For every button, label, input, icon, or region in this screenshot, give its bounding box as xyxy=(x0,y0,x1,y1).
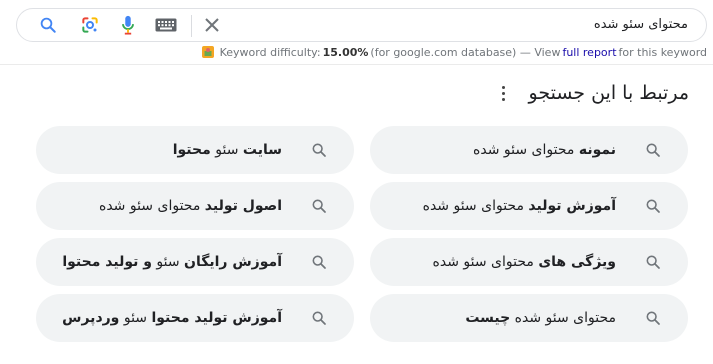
search-bar-divider xyxy=(191,15,192,37)
search-icon[interactable] xyxy=(39,16,57,34)
more-options-icon[interactable] xyxy=(499,84,507,104)
keyword-difficulty-bar: Keyword difficulty: 15.00% (for google.c… xyxy=(201,45,707,59)
related-search-normal-part: محتوای سئو شده xyxy=(514,310,616,326)
related-search-bold-part: ویژگی های xyxy=(538,254,616,270)
search-icon xyxy=(310,253,328,271)
keyword-bar-suffix: for this keyword xyxy=(618,45,707,59)
header-divider xyxy=(0,64,713,65)
search-icon xyxy=(644,253,662,271)
related-search-normal-part: محتوای سئو شده xyxy=(432,254,534,270)
related-search-text: آموزش تولید محتوای سئو شده xyxy=(423,182,616,230)
related-search-text: نمونه محتوای سئو شده xyxy=(473,126,616,174)
related-search-normal-part: سئو xyxy=(156,254,180,270)
related-search-bold-part: آموزش تولید xyxy=(528,198,616,214)
related-search-normal-part: سئو xyxy=(215,142,239,158)
related-search-chip[interactable]: سایت سئو محتوا xyxy=(36,126,354,174)
search-icon xyxy=(310,309,328,327)
related-search-normal-part: محتوای سئو شده xyxy=(473,142,575,158)
related-searches-title: مرتبط با این جستجو xyxy=(528,82,689,104)
related-search-bold-part: آموزش تولید محتوا xyxy=(151,310,282,326)
related-search-chip[interactable]: آموزش رایگان سئو و تولید محتوا xyxy=(36,238,354,286)
clear-icon[interactable] xyxy=(202,15,222,35)
search-bar[interactable]: محتوای سئو شده xyxy=(16,8,707,42)
related-search-text: ویژگی های محتوای سئو شده xyxy=(433,238,616,286)
related-search-bold-part: آموزش رایگان xyxy=(184,254,282,270)
related-search-text: محتوای سئو شده چیست xyxy=(465,294,616,342)
related-search-normal-part: محتوای سئو شده xyxy=(422,198,524,214)
search-icon xyxy=(644,141,662,159)
search-query[interactable]: محتوای سئو شده xyxy=(594,9,688,41)
related-search-chip[interactable]: اصول تولید محتوای سئو شده xyxy=(36,182,354,230)
related-search-bold-part: سایت xyxy=(242,142,282,158)
related-search-bold-part: اصول تولید xyxy=(204,198,282,214)
related-search-text: اصول تولید محتوای سئو شده xyxy=(99,182,282,230)
related-search-chip[interactable]: محتوای سئو شده چیست xyxy=(370,294,688,342)
related-search-text: آموزش رایگان سئو و تولید محتوا xyxy=(62,238,282,286)
related-search-normal-part: سئو xyxy=(123,310,148,326)
google-lens-icon[interactable] xyxy=(80,15,100,35)
microphone-icon[interactable] xyxy=(120,15,136,35)
search-icon xyxy=(644,309,662,327)
related-search-bold-part: محتوا xyxy=(172,142,211,158)
keyboard-icon[interactable] xyxy=(155,17,177,33)
search-icon xyxy=(310,141,328,159)
related-search-bold-part: و تولید محتوا xyxy=(62,254,152,270)
related-search-chip[interactable]: نمونه محتوای سئو شده xyxy=(370,126,688,174)
full-report-link[interactable]: full report xyxy=(562,46,616,59)
related-search-chip[interactable]: ویژگی های محتوای سئو شده xyxy=(370,238,688,286)
related-search-bold-part: نمونه xyxy=(578,142,616,158)
keyword-difficulty-value: 15.00% xyxy=(322,45,369,59)
keyword-tool-logo-icon xyxy=(201,46,214,58)
keyword-database-note: (for google.com database) — View xyxy=(370,45,561,59)
keyword-difficulty-label: Keyword difficulty: xyxy=(219,45,321,59)
related-search-chip[interactable]: آموزش تولید محتوای سئو شده xyxy=(370,182,688,230)
related-search-chip[interactable]: آموزش تولید محتوا سئو وردپرس xyxy=(36,294,354,342)
related-search-text: سایت سئو محتوا xyxy=(173,126,282,174)
related-search-bold-part: وردپرس xyxy=(62,310,120,326)
search-icon xyxy=(644,197,662,215)
related-search-normal-part: محتوای سئو شده xyxy=(98,198,201,214)
related-search-text: آموزش تولید محتوا سئو وردپرس xyxy=(62,294,282,342)
related-search-bold-part: چیست xyxy=(465,310,511,326)
search-icon xyxy=(310,197,328,215)
